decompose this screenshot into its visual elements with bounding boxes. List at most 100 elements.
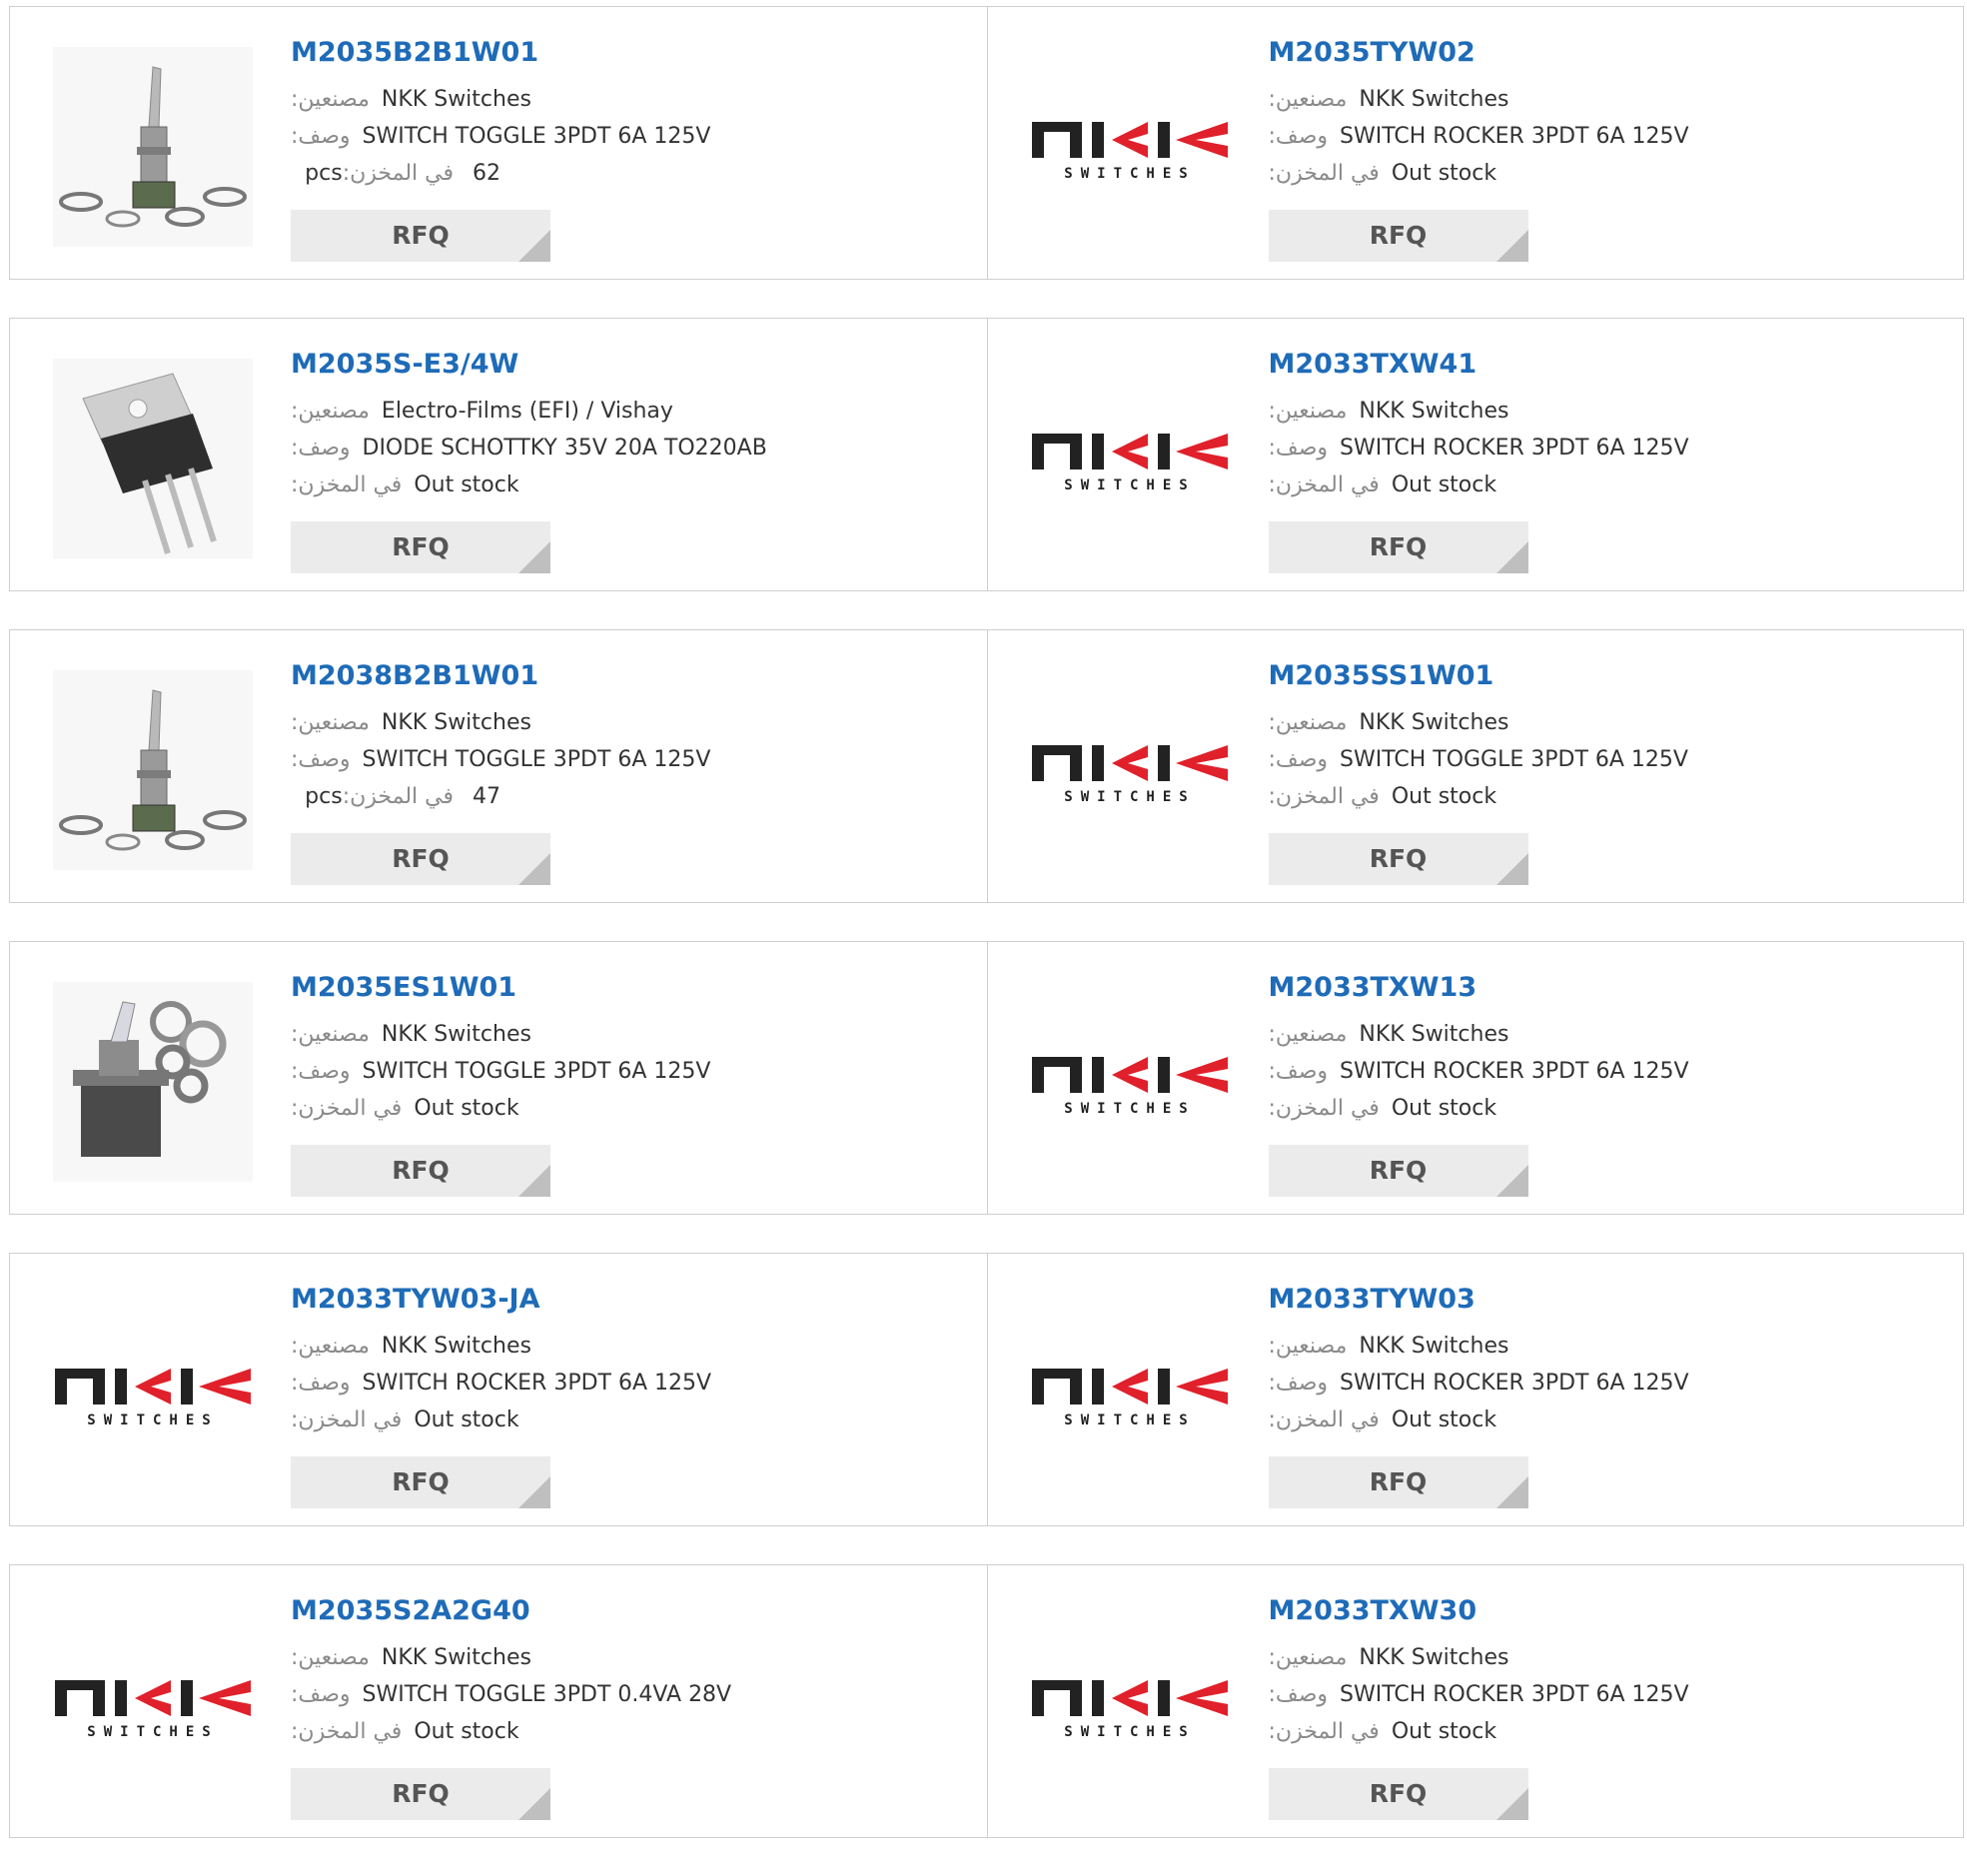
description-row: :وصف SWITCH ROCKER 3PDT 6A 125V	[291, 1365, 930, 1402]
manufacturer-label: :مصنعين	[1268, 87, 1348, 112]
manufacturer-value: NKK Switches	[1359, 1645, 1509, 1670]
rfq-button[interactable]: RFQ	[291, 1768, 550, 1820]
product-image[interactable]	[51, 45, 254, 248]
stock-unit: pcs	[305, 161, 343, 186]
product-image[interactable]: SWITCHES	[1029, 1292, 1232, 1494]
product-card: SWITCHES M2035TYW02 :مصنعين NKK Switches …	[986, 7, 1964, 279]
rfq-label: RFQ	[1369, 1467, 1428, 1496]
description-label: :وصف	[291, 436, 351, 461]
rfq-button[interactable]: RFQ	[1268, 521, 1528, 573]
stock-row: :في المخزن Out stock	[1269, 1402, 1908, 1438]
rfq-button[interactable]: RFQ	[1268, 1768, 1528, 1820]
part-number-link[interactable]: M2035ES1W01	[291, 972, 930, 1004]
corner-triangle-icon	[1495, 1476, 1528, 1508]
stock-value: Out stock	[414, 1096, 519, 1121]
product-image[interactable]: SWITCHES	[51, 1603, 254, 1806]
product-info: M2035ES1W01 :مصنعين NKK Switches :وصف SWIT…	[291, 972, 930, 1197]
product-image[interactable]: SWITCHES	[51, 1292, 254, 1494]
part-number-link[interactable]: M2035S-E3/4W	[291, 349, 930, 381]
manufacturer-row: :مصنعين NKK Switches	[1269, 1639, 1908, 1676]
part-number-link[interactable]: M2033TXW41	[1269, 349, 1908, 381]
rfq-button[interactable]: RFQ	[1268, 1456, 1528, 1508]
product-row: M2035ES1W01 :مصنعين NKK Switches :وصف SWIT…	[9, 941, 1964, 1215]
manufacturer-label: :مصنعين	[291, 1334, 370, 1359]
product-image[interactable]: SWITCHES	[1029, 357, 1232, 559]
product-info: M2035S2A2G40 :مصنعين NKK Switches :وصف SWI…	[291, 1595, 930, 1820]
rfq-button[interactable]: RFQ	[291, 1456, 550, 1508]
stock-label: :في المخزن	[291, 472, 403, 497]
product-info: M2033TXW41 :مصنعين NKK Switches :وصف SWITC…	[1268, 349, 1908, 573]
product-image[interactable]: SWITCHES	[1029, 668, 1232, 871]
part-number-link[interactable]: M2035B2B1W01	[291, 37, 930, 69]
description-row: :وصف SWITCH TOGGLE 3PDT 0.4VA 28V	[291, 1676, 930, 1713]
part-number-link[interactable]: M2035TYW02	[1269, 37, 1908, 69]
logo-wordmark: SWITCHES	[1064, 1724, 1195, 1740]
product-image[interactable]	[51, 357, 254, 559]
stock-value: Out stock	[414, 472, 519, 497]
part-number-link[interactable]: M2033TYW03	[1269, 1284, 1908, 1316]
rfq-button[interactable]: RFQ	[291, 521, 550, 573]
product-row: M2035B2B1W01 :مصنعين NKK Switches :وصف SWI…	[9, 6, 1964, 280]
rfq-label: RFQ	[1369, 532, 1428, 561]
manufacturer-value: NKK Switches	[381, 1334, 531, 1359]
description-row: :وصف DIODE SCHOTTKY 35V 20A TO220AB	[291, 430, 930, 467]
stock-value: Out stock	[414, 1407, 519, 1432]
manufacturer-row: :مصنعين NKK Switches	[291, 1328, 930, 1365]
product-card: SWITCHES M2033TXW41 :مصنعين NKK Switches …	[986, 319, 1964, 590]
product-info: M2035SS1W01 :مصنعين NKK Switches :وصف SWIT…	[1268, 660, 1908, 885]
stock-row: :في المخزن Out stock	[291, 1090, 930, 1127]
manufacturer-value: NKK Switches	[381, 1022, 531, 1047]
product-info: M2033TXW13 :مصنعين NKK Switches :وصف SWITC…	[1268, 972, 1908, 1197]
rfq-button[interactable]: RFQ	[291, 833, 550, 885]
description-value: SWITCH ROCKER 3PDT 6A 125V	[1340, 1059, 1689, 1084]
description-value: SWITCH ROCKER 3PDT 6A 125V	[1340, 124, 1689, 149]
product-image[interactable]: SWITCHES	[1029, 1603, 1232, 1806]
part-number-link[interactable]: M2035SS1W01	[1269, 660, 1908, 692]
product-card: SWITCHES M2033TYW03-JA :مصنعين NKK Switch…	[10, 1254, 987, 1525]
rfq-button[interactable]: RFQ	[1268, 210, 1528, 262]
logo-wordmark: SWITCHES	[1064, 166, 1195, 182]
manufacturer-value: NKK Switches	[1359, 1334, 1509, 1359]
rfq-button[interactable]: RFQ	[291, 1145, 550, 1197]
product-info: M2035TYW02 :مصنعين NKK Switches :وصف SWITC…	[1268, 37, 1908, 262]
product-image[interactable]	[51, 980, 254, 1183]
manufacturer-row: :مصنعين Electro-Films (EFI) / Vishay	[291, 393, 930, 430]
rfq-button[interactable]: RFQ	[1268, 833, 1528, 885]
stock-label: :في المخزن	[291, 1096, 403, 1121]
stock-label: :في المخزن	[1268, 472, 1380, 497]
logo-wordmark: SWITCHES	[1064, 1101, 1195, 1117]
corner-triangle-icon	[518, 1788, 550, 1820]
part-number-link[interactable]: M2033TYW03-JA	[291, 1284, 930, 1316]
manufacturer-row: :مصنعين NKK Switches	[291, 81, 930, 118]
part-number-link[interactable]: M2038B2B1W01	[291, 660, 930, 692]
part-number-link[interactable]: M2033TXW13	[1269, 972, 1908, 1004]
description-row: :وصف SWITCH TOGGLE 3PDT 6A 125V	[291, 741, 930, 778]
product-image[interactable]: SWITCHES	[1029, 980, 1232, 1183]
corner-triangle-icon	[518, 1165, 550, 1197]
product-card: M2035S-E3/4W :مصنعين Electro-Films (EFI) …	[10, 319, 987, 590]
rfq-button[interactable]: RFQ	[1268, 1145, 1528, 1197]
description-value: SWITCH TOGGLE 3PDT 6A 125V	[362, 124, 711, 149]
rfq-button[interactable]: RFQ	[291, 210, 550, 262]
corner-triangle-icon	[518, 853, 550, 885]
product-row: SWITCHES M2033TYW03-JA :مصنعين NKK Switch…	[9, 1253, 1964, 1526]
part-number-link[interactable]: M2033TXW30	[1269, 1595, 1908, 1627]
product-image[interactable]: SWITCHES	[1029, 45, 1232, 248]
description-label: :وصف	[291, 747, 351, 772]
description-value: SWITCH TOGGLE 3PDT 6A 125V	[362, 1059, 711, 1084]
rfq-label: RFQ	[392, 532, 450, 561]
description-row: :وصف SWITCH ROCKER 3PDT 6A 125V	[1269, 118, 1908, 155]
part-number-link[interactable]: M2035S2A2G40	[291, 1595, 930, 1627]
manufacturer-label: :مصنعين	[291, 710, 370, 735]
stock-label: :في المخزن	[291, 1407, 403, 1432]
logo-wordmark: SWITCHES	[1064, 477, 1195, 493]
stock-row: :في المخزن Out stock	[291, 1402, 930, 1438]
stock-row: 47 في المخزن:pcs	[291, 778, 500, 815]
product-image[interactable]	[51, 668, 254, 871]
product-card: M2035ES1W01 :مصنعين NKK Switches :وصف SWIT…	[10, 942, 987, 1214]
corner-triangle-icon	[1495, 1165, 1528, 1197]
corner-triangle-icon	[1495, 230, 1528, 262]
toggle-switch-icon	[52, 46, 253, 247]
toggle-switch-icon	[52, 981, 253, 1182]
product-info: M2033TXW30 :مصنعين NKK Switches :وصف SWITC…	[1268, 1595, 1908, 1820]
